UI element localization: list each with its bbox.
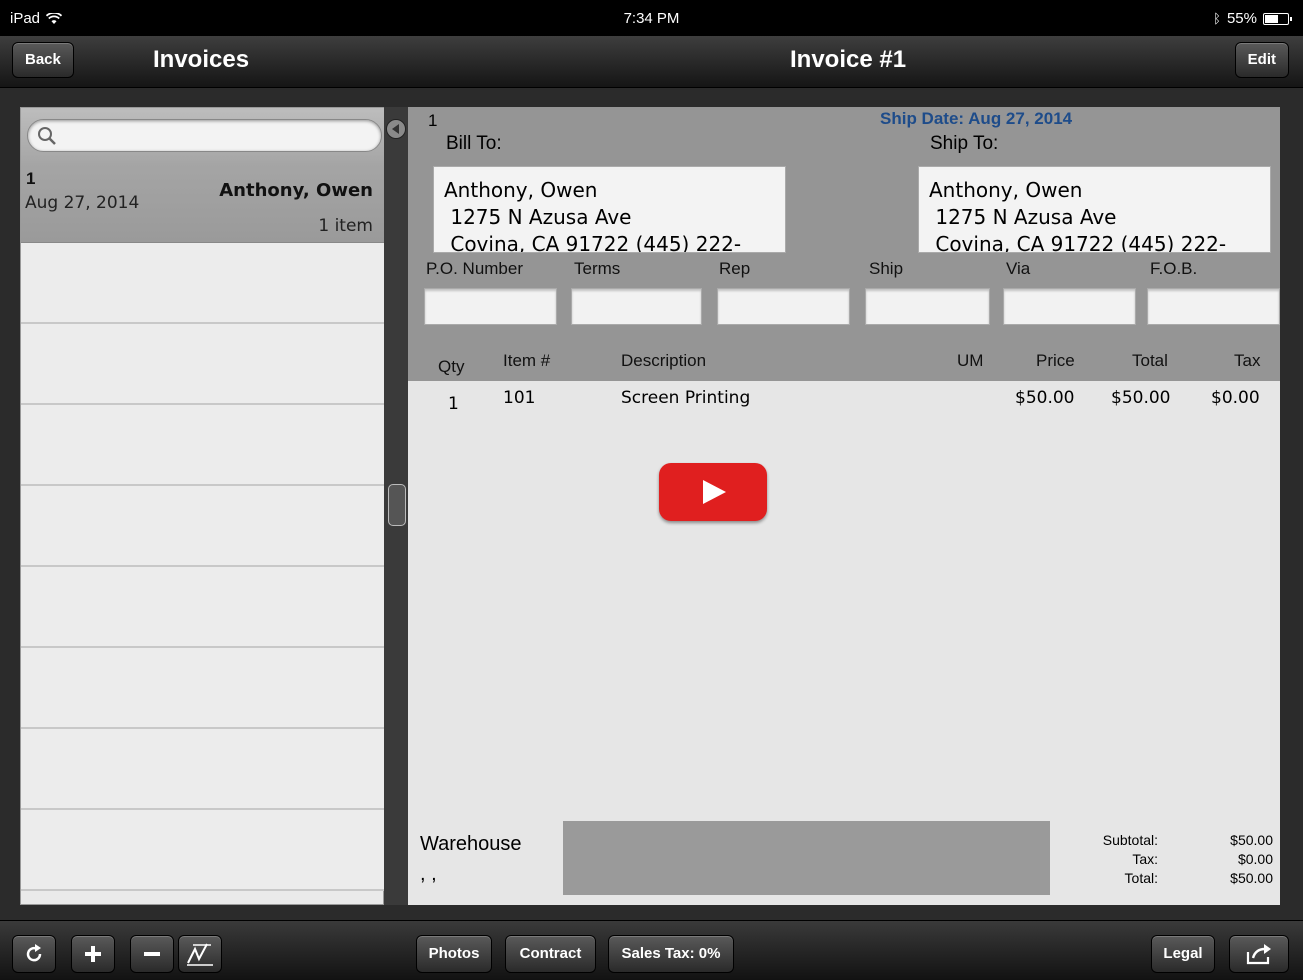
search-bar [21, 108, 385, 163]
bluetooth-icon: ᛒ [1213, 11, 1221, 26]
status-bar: iPad 7:34 PM ᛒ 55% [0, 0, 1303, 36]
col-price: Price [1036, 351, 1075, 370]
total-value: $50.00 [1230, 870, 1273, 886]
subtotal-value: $50.00 [1230, 832, 1273, 848]
empty-list-row [21, 810, 385, 891]
refresh-icon [26, 944, 42, 962]
photos-button[interactable]: Photos [416, 935, 492, 973]
bottom-toolbar: Photos Contract Sales Tax: 0% Legal [0, 920, 1303, 980]
ship-to-label: Ship To: [930, 133, 999, 154]
ship-field[interactable] [865, 288, 990, 325]
signature-icon [187, 943, 213, 966]
ship-to-address[interactable]: Anthony, Owen 1275 N Azusa Ave Covina, C… [918, 166, 1271, 253]
bill-to-address[interactable]: Anthony, Owen 1275 N Azusa Ave Covina, C… [433, 166, 786, 253]
tax-value: $0.00 [1237, 851, 1273, 867]
col-total: Total [1132, 351, 1168, 370]
invoice-title: Invoice #1 [790, 46, 907, 73]
line-qty: 1 [448, 394, 459, 414]
empty-list-row [21, 324, 385, 405]
search-input[interactable] [27, 119, 382, 152]
bill-to-line: Anthony, Owen [444, 178, 598, 202]
col-qty: Qty [438, 357, 465, 376]
ship-to-line: 1275 N Azusa Ave [929, 205, 1117, 229]
invoice-number: 1 [26, 169, 36, 188]
refresh-button[interactable] [12, 935, 56, 973]
col-item: Item # [503, 351, 551, 370]
total-label: Total: [1124, 870, 1158, 886]
via-field[interactable] [1003, 288, 1136, 325]
collapse-arrow-icon[interactable] [386, 119, 406, 139]
legal-button[interactable]: Legal [1151, 935, 1215, 973]
terms-label: Terms [574, 259, 621, 278]
subtotal-label: Subtotal: [1102, 832, 1158, 848]
line-item: 101 [503, 388, 536, 408]
invoices-title: Invoices [153, 46, 250, 73]
terms-field[interactable] [571, 288, 702, 325]
line-price: $50.00 [1015, 388, 1075, 408]
status-right: ᛒ 55% [1213, 10, 1292, 27]
invoice-date: Aug 27, 2014 [25, 193, 140, 213]
bill-to-line: 1275 N Azusa Ave [444, 205, 632, 229]
battery-icon [1263, 12, 1292, 25]
remove-button[interactable] [130, 935, 174, 973]
invoice-detail-pane: 1 Ship Date: Aug 27, 2014 Bill To: Ship … [408, 107, 1280, 905]
bill-to-line: Covina, CA 91722 (445) 222- [444, 232, 742, 253]
invoice-list-pane: 1 Aug 27, 2014 Anthony, Owen 1 item [20, 107, 385, 905]
app-root: iPad 7:34 PM ᛒ 55% Back Invoices Invoice… [0, 0, 1303, 980]
ship-date: Ship Date: Aug 27, 2014 [880, 109, 1073, 128]
video-play-icon[interactable] [659, 463, 767, 521]
warehouse-label: Warehouse [420, 833, 522, 855]
line-total: $50.00 [1111, 388, 1171, 408]
add-button[interactable] [71, 935, 115, 973]
col-description: Description [621, 351, 707, 370]
warehouse-value: , , [420, 863, 437, 885]
item-count: 1 item [318, 216, 373, 236]
via-label: Via [1006, 259, 1031, 278]
edit-button[interactable]: Edit [1234, 42, 1289, 78]
notes-box[interactable] [563, 821, 1050, 895]
navigation-bar: Back Invoices Invoice #1 Edit [0, 36, 1303, 88]
rep-field[interactable] [717, 288, 850, 325]
sales-tax-button[interactable]: Sales Tax: 0% [608, 935, 734, 973]
line-tax: $0.00 [1211, 388, 1260, 408]
empty-list-row [21, 567, 385, 648]
search-icon [38, 127, 56, 145]
contract-button[interactable]: Contract [505, 935, 596, 973]
po-number-field[interactable] [424, 288, 557, 325]
ship-to-line: Covina, CA 91722 (445) 222- [929, 232, 1227, 253]
empty-list-row [21, 729, 385, 810]
col-tax: Tax [1234, 351, 1261, 370]
battery-percent: 55% [1226, 10, 1257, 27]
invoice-detail-number: 1 [428, 111, 438, 130]
drag-handle[interactable] [388, 484, 406, 526]
ship-label: Ship [869, 259, 904, 278]
ship-to-line: Anthony, Owen [929, 178, 1083, 202]
plus-icon [85, 946, 101, 962]
invoice-list-item[interactable]: 1 Aug 27, 2014 Anthony, Owen 1 item [21, 163, 385, 243]
line-description: Screen Printing [621, 388, 751, 408]
totals-block: Subtotal: $50.00 Tax: $0.00 Total: $50.00 [1058, 832, 1273, 889]
back-button[interactable]: Back [12, 42, 74, 78]
status-time: 7:34 PM [623, 10, 680, 27]
share-button[interactable] [1229, 935, 1289, 973]
signature-button[interactable] [178, 935, 222, 973]
col-um: UM [957, 351, 984, 370]
empty-list-row [21, 648, 385, 729]
po-number-label: P.O. Number [426, 259, 524, 278]
fob-field[interactable] [1147, 288, 1280, 325]
empty-list-row [21, 243, 385, 324]
empty-list-row [21, 405, 385, 486]
customer-name: Anthony, Owen [219, 180, 373, 201]
minus-icon [144, 952, 160, 956]
tax-label: Tax: [1132, 851, 1158, 867]
bill-to-label: Bill To: [446, 133, 502, 154]
empty-list-row [21, 486, 385, 567]
share-icon [1246, 944, 1271, 965]
fob-label: F.O.B. [1150, 259, 1198, 278]
rep-label: Rep [719, 259, 751, 278]
